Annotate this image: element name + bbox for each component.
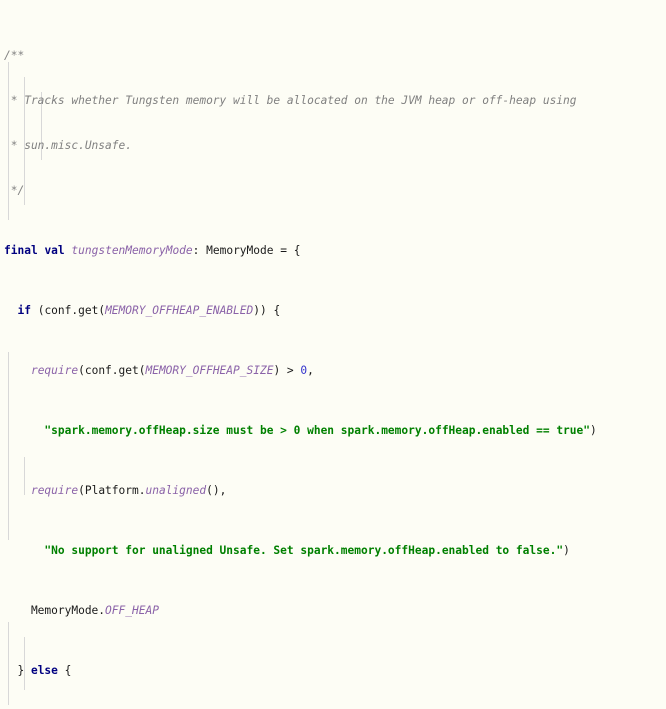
code-line[interactable]: * sun.misc.Unsafe. bbox=[4, 138, 666, 153]
method-require: require bbox=[30, 364, 79, 377]
code-line[interactable]: "spark.memory.offHeap.size must be > 0 w… bbox=[4, 423, 666, 438]
string-literal: "spark.memory.offHeap.size must be > 0 w… bbox=[44, 424, 590, 437]
code-line[interactable]: final val tungstenMemoryMode: MemoryMode… bbox=[4, 243, 666, 258]
source-code-lines[interactable]: /** * Tracks whether Tungsten memory wil… bbox=[0, 3, 666, 709]
code-line[interactable]: * Tracks whether Tungsten memory will be… bbox=[4, 93, 666, 108]
constant-MEMORY_OFFHEAP_SIZE: MEMORY_OFFHEAP_SIZE bbox=[145, 364, 274, 377]
code-line[interactable]: } else { bbox=[4, 663, 666, 678]
code-line[interactable]: require(conf.get(MEMORY_OFFHEAP_SIZE) > … bbox=[4, 363, 666, 378]
identifier-tungstenMemoryMode: tungstenMemoryMode bbox=[71, 244, 193, 257]
method-unaligned: unaligned bbox=[145, 484, 207, 497]
enum-OFF_HEAP: OFF_HEAP bbox=[105, 604, 159, 617]
comment-token: * Tracks whether Tungsten memory will be… bbox=[4, 94, 577, 107]
comment-token: * sun.misc.Unsafe. bbox=[4, 139, 132, 152]
code-line[interactable]: MemoryMode.OFF_HEAP bbox=[4, 603, 666, 618]
string-literal: "No support for unaligned Unsafe. Set sp… bbox=[44, 544, 564, 557]
code-line[interactable]: /** bbox=[4, 48, 666, 63]
code-line[interactable]: require(Platform.unaligned(), bbox=[4, 483, 666, 498]
constant-MEMORY_OFFHEAP_ENABLED: MEMORY_OFFHEAP_ENABLED bbox=[105, 304, 254, 317]
code-line[interactable]: */ bbox=[4, 183, 666, 198]
keyword-val: val bbox=[44, 244, 65, 257]
keyword-final: final bbox=[4, 244, 38, 257]
keyword-if: if bbox=[17, 304, 31, 317]
comment-token: */ bbox=[4, 184, 25, 197]
code-line[interactable]: if (conf.get(MEMORY_OFFHEAP_ENABLED)) { bbox=[4, 303, 666, 318]
keyword-else: else bbox=[30, 664, 58, 677]
code-line[interactable]: "No support for unaligned Unsafe. Set sp… bbox=[4, 543, 666, 558]
comment-token: /** bbox=[4, 49, 25, 62]
method-require: require bbox=[30, 484, 79, 497]
code-editor-viewport[interactable]: /** * Tracks whether Tungsten memory wil… bbox=[0, 0, 666, 709]
